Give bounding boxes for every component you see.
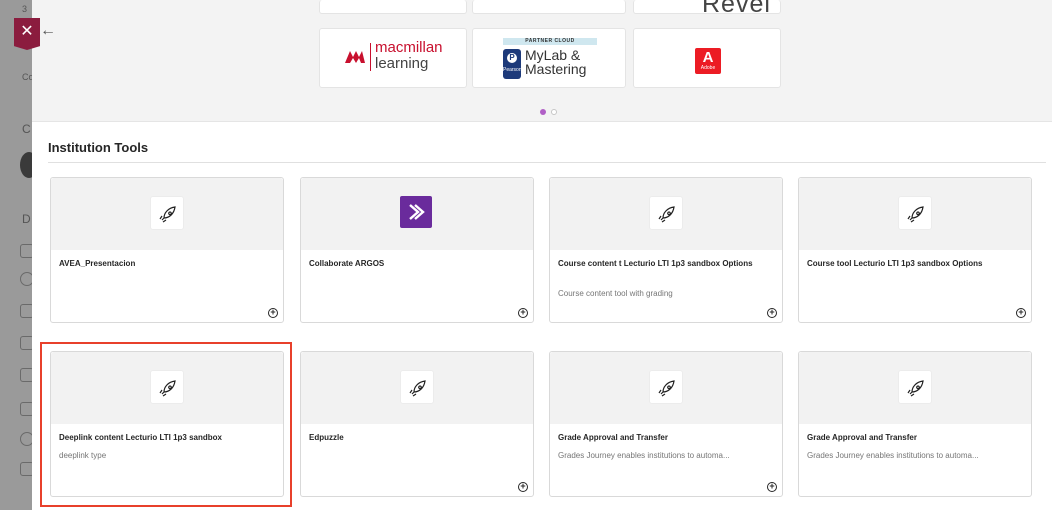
close-panel-button[interactable]: ✕ xyxy=(14,18,40,50)
macmillan-line2: learning xyxy=(375,55,429,72)
revel-logo-text: Revel xyxy=(702,0,771,18)
partner-mylab[interactable]: PARTNER CLOUD P Pearson MyLab & Masterin… xyxy=(472,28,626,88)
tool-card[interactable]: AVEA_Presentacion + xyxy=(50,177,284,323)
section-title: Institution Tools xyxy=(48,140,149,155)
tool-description: Grades Journey enables institutions to a… xyxy=(807,451,979,460)
macmillan-divider xyxy=(370,43,371,71)
tool-name: Grade Approval and Transfer xyxy=(807,433,917,442)
tool-name: AVEA_Presentacion xyxy=(59,259,136,268)
tool-name: Course content t Lecturio LTI 1p3 sandbo… xyxy=(558,259,753,268)
arrow-left-icon[interactable]: ← xyxy=(40,22,56,40)
tool-card[interactable]: Collaborate ARGOS + xyxy=(300,177,534,323)
partner-logo-card[interactable] xyxy=(472,0,626,14)
rocket-icon xyxy=(649,370,683,404)
plus-circle-icon[interactable]: + xyxy=(518,308,528,318)
rocket-icon xyxy=(649,196,683,230)
carousel-dot[interactable] xyxy=(551,109,557,115)
plus-circle-icon[interactable]: + xyxy=(1016,308,1026,318)
bg-label: C xyxy=(22,122,31,136)
carousel-dot-active[interactable] xyxy=(540,109,546,115)
background-app: 3 Co C D xyxy=(0,0,38,510)
adobe-caption: Adobe xyxy=(700,65,716,71)
tool-card[interactable]: Grade Approval and Transfer Grades Journ… xyxy=(549,351,783,497)
bg-label: D xyxy=(22,212,31,226)
partner-adobe[interactable]: A Adobe xyxy=(633,28,781,88)
carousel-pagination xyxy=(540,102,562,120)
pearson-logo-icon: P Pearson xyxy=(503,49,522,79)
tool-name: Grade Approval and Transfer xyxy=(558,433,668,442)
tool-description: Grades Journey enables institutions to a… xyxy=(558,451,730,460)
argos-icon xyxy=(400,196,432,228)
partner-carousel: Revel macmillan learning PARTNER CLOUD P… xyxy=(32,0,1052,122)
tool-description: Course content tool with grading xyxy=(558,289,673,298)
rocket-icon xyxy=(898,196,932,230)
adobe-mark: A xyxy=(702,49,714,66)
tool-card[interactable]: Edpuzzle + xyxy=(300,351,534,497)
pearson-label: Pearson xyxy=(503,67,522,73)
partner-cloud-banner: PARTNER CLOUD xyxy=(503,38,597,45)
selection-highlight xyxy=(40,342,292,507)
rocket-icon xyxy=(150,196,184,230)
tool-card[interactable]: Course tool Lecturio LTI 1p3 sandbox Opt… xyxy=(798,177,1032,323)
bg-number: 3 xyxy=(22,4,28,14)
plus-circle-icon[interactable]: + xyxy=(268,308,278,318)
tool-card[interactable]: Grade Approval and Transfer Grades Journ… xyxy=(798,351,1032,497)
tool-card[interactable]: Course content t Lecturio LTI 1p3 sandbo… xyxy=(549,177,783,323)
partner-macmillan[interactable]: macmillan learning xyxy=(319,28,467,88)
section-divider xyxy=(48,162,1046,163)
rocket-icon xyxy=(400,370,434,404)
tool-name: Course tool Lecturio LTI 1p3 sandbox Opt… xyxy=(807,259,983,268)
plus-circle-icon[interactable]: + xyxy=(767,308,777,318)
macmillan-line1: macmillan xyxy=(375,39,443,56)
close-icon: ✕ xyxy=(20,23,34,40)
tool-name: Edpuzzle xyxy=(309,433,344,442)
partner-logo-card[interactable] xyxy=(319,0,467,14)
plus-circle-icon[interactable]: + xyxy=(767,482,777,492)
tool-name: Collaborate ARGOS xyxy=(309,259,385,268)
plus-circle-icon[interactable]: + xyxy=(518,482,528,492)
rocket-icon xyxy=(898,370,932,404)
mylab-line2: Mastering xyxy=(525,61,587,77)
adobe-logo-icon: A Adobe xyxy=(695,48,721,74)
macmillan-logo-icon xyxy=(345,51,365,63)
